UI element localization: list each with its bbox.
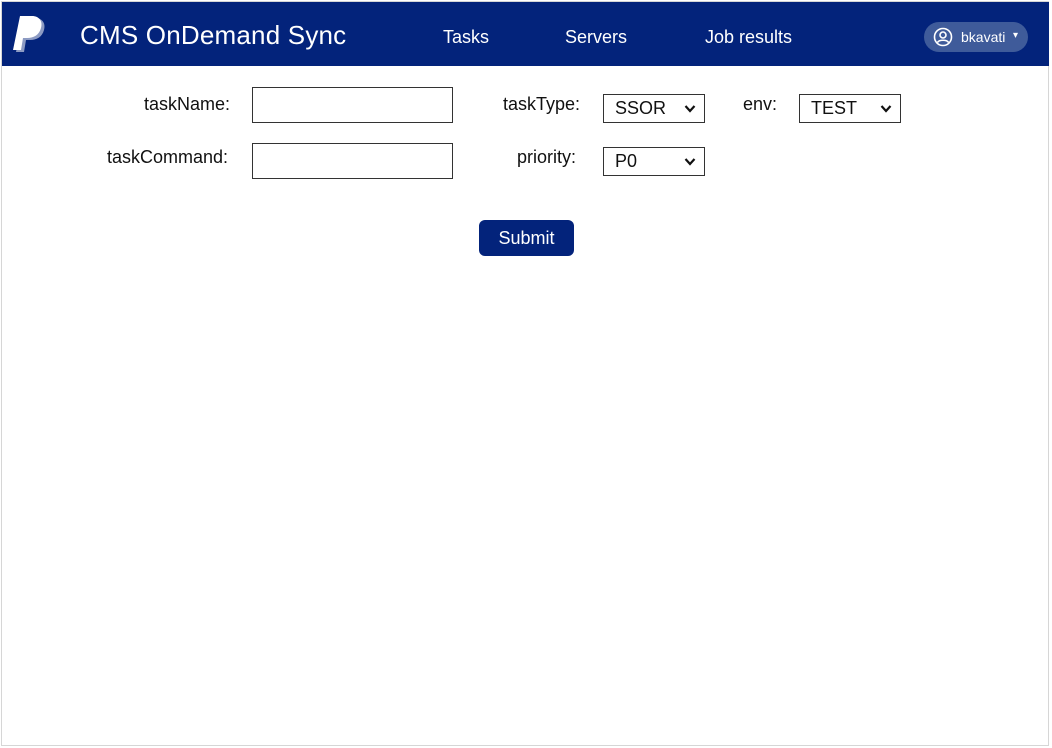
env-value: TEST (811, 98, 858, 118)
chevron-down-icon (684, 158, 696, 166)
top-navbar: CMS OnDemand Sync Tasks Servers Job resu… (2, 2, 1049, 66)
task-type-value: SSOR (615, 98, 667, 118)
chevron-down-icon (684, 105, 696, 113)
priority-label: priority: (517, 147, 577, 167)
nav-job-results[interactable]: Job results (705, 27, 792, 48)
submit-button[interactable]: Submit (479, 220, 574, 256)
paypal-logo[interactable] (13, 16, 47, 54)
caret-down-icon: ▾ (1013, 30, 1019, 41)
nav-servers[interactable]: Servers (565, 27, 627, 48)
env-select[interactable]: TEST (799, 94, 901, 123)
task-command-label: taskCommand: (107, 147, 229, 167)
priority-select[interactable]: P0 (603, 147, 705, 176)
chevron-down-icon (880, 105, 892, 113)
user-menu[interactable]: bkavati ▾ (924, 22, 1028, 52)
env-label: env: (743, 94, 778, 114)
task-name-label: taskName: (144, 94, 231, 114)
priority-value: P0 (615, 151, 638, 171)
task-command-input[interactable] (252, 143, 453, 179)
task-type-select[interactable]: SSOR (603, 94, 705, 123)
app-title: CMS OnDemand Sync (80, 20, 347, 50)
task-type-label: taskType: (503, 94, 581, 114)
nav-tasks[interactable]: Tasks (443, 27, 489, 48)
user-circle-icon (933, 27, 953, 47)
task-name-input[interactable] (252, 87, 453, 123)
username: bkavati (961, 29, 1006, 45)
